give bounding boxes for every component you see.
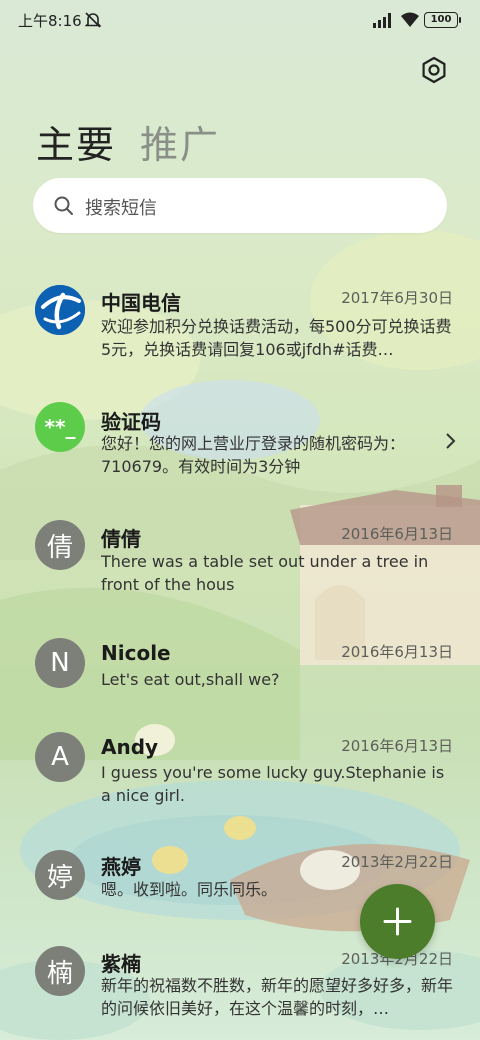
contact-avatar: 楠 — [35, 946, 85, 996]
search-icon — [54, 196, 73, 215]
message-date: 2017年6月30日 — [341, 289, 453, 307]
contact-name: Andy — [101, 735, 159, 759]
search-bar[interactable]: 搜索短信 — [33, 178, 447, 233]
contact-name: Nicole — [101, 641, 171, 665]
contact-name: 紫楠 — [101, 952, 141, 976]
message-date: 2016年6月13日 — [341, 737, 453, 755]
conversation-item[interactable]: A Andy 2016年6月13日 I guess you're some lu… — [0, 725, 480, 825]
contact-name: 中国电信 — [101, 291, 181, 315]
contact-avatar: A — [35, 732, 85, 782]
tab-promotions[interactable]: 推广 — [140, 114, 220, 169]
contact-name: 燕婷 — [101, 855, 141, 879]
message-date: 2013年2月22日 — [341, 853, 453, 871]
message-preview: 新年的祝福数不胜数，新年的愿望好多好多，新年的问候依旧美好，在这个温馨的时刻，… — [101, 976, 454, 1018]
settings-icon[interactable] — [420, 56, 448, 84]
signal-icon — [373, 13, 391, 28]
message-preview: There was a table set out under a tree i… — [101, 552, 429, 594]
verification-code-avatar: **_ — [35, 402, 85, 452]
wifi-icon — [401, 12, 419, 27]
china-telecom-logo-avatar — [35, 285, 85, 335]
contact-avatar: 倩 — [35, 520, 85, 570]
status-time: 上午8:16 — [18, 12, 82, 30]
tab-main[interactable]: 主要 — [36, 114, 116, 169]
tab-bar: 主要 推广 — [36, 114, 220, 169]
mute-notification-icon — [84, 12, 102, 28]
conversation-item[interactable]: 倩 倩倩 2016年6月13日 There was a table set ou… — [0, 510, 480, 610]
message-preview: I guess you're some lucky guy.Stephanie … — [101, 763, 445, 805]
contact-avatar: N — [35, 638, 85, 688]
conversation-item[interactable]: N Nicole 2016年6月13日 Let's eat out,shall … — [0, 630, 480, 710]
status-bar: 上午8:16 100 — [0, 0, 480, 44]
chevron-right-icon[interactable] — [444, 432, 456, 450]
contact-name: 倩倩 — [101, 527, 141, 551]
message-preview: Let's eat out,shall we? — [101, 670, 280, 689]
contact-avatar: 婷 — [35, 850, 85, 900]
conversation-item[interactable]: **_ 验证码 您好！您的网上营业厅登录的随机密码为：710679。有效时间为3… — [0, 390, 480, 490]
china-telecom-logo-icon — [35, 285, 85, 335]
search-placeholder: 搜索短信 — [85, 198, 157, 219]
message-date: 2016年6月13日 — [341, 643, 453, 661]
new-message-button[interactable] — [360, 884, 435, 959]
battery-indicator: 100 — [424, 12, 461, 28]
message-preview: 欢迎参加积分兑换话费活动，每500分可兑换话费5元，兑换话费请回复106或jfd… — [101, 317, 452, 359]
contact-name: 验证码 — [101, 410, 161, 434]
plus-icon — [383, 907, 412, 936]
conversation-item[interactable]: 中国电信 2017年6月30日 欢迎参加积分兑换话费活动，每500分可兑换话费5… — [0, 270, 480, 370]
message-preview: 您好！您的网上营业厅登录的随机密码为：710679。有效时间为3分钟 — [101, 434, 406, 476]
message-date: 2016年6月13日 — [341, 525, 453, 543]
